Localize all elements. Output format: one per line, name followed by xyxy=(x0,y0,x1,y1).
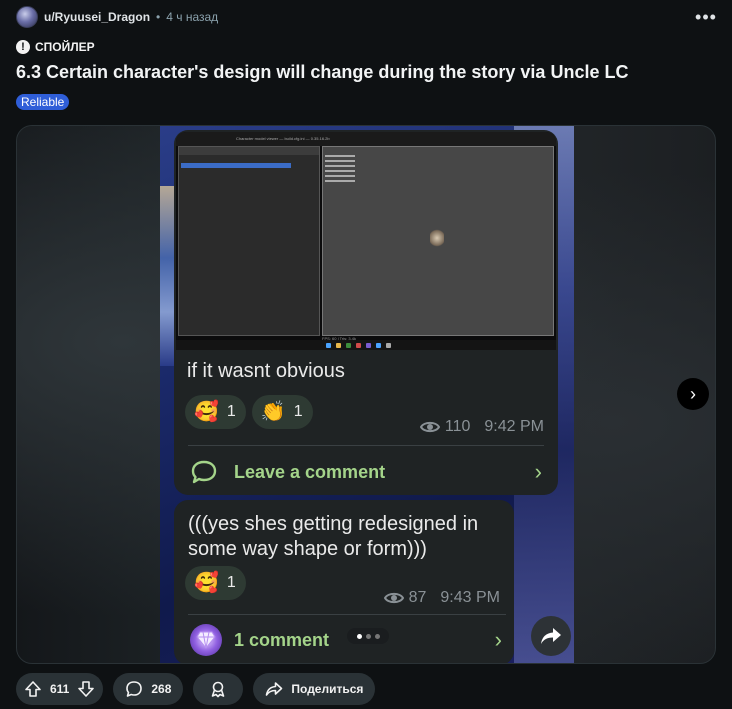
message-time: 9:42 PM xyxy=(484,418,544,435)
avatar[interactable] xyxy=(16,6,38,28)
screenshot-image: Character model viewer — build.cfg.ini —… xyxy=(160,126,574,663)
views: 110 xyxy=(419,418,471,436)
post-title[interactable]: 6.3 Certain character's design will chan… xyxy=(16,62,628,83)
gallery-next-button[interactable]: › xyxy=(677,378,709,410)
spoiler-tag: ! СПОЙЛЕР xyxy=(16,40,95,54)
message-text: if it wasnt obvious xyxy=(187,360,345,382)
chevron-right-icon: › xyxy=(690,383,696,404)
views: 87 xyxy=(383,589,427,607)
post-time: 4 ч назад xyxy=(166,10,219,24)
selected-row xyxy=(181,163,291,168)
score: 611 xyxy=(50,682,70,696)
file-list-panel xyxy=(178,146,320,336)
post-header: u/Ryuusei_Dragon • 4 ч назад xyxy=(16,6,218,28)
chevron-right-icon: › xyxy=(534,459,542,484)
award-button[interactable] xyxy=(193,673,244,705)
reactions: 🥰 1 xyxy=(185,566,246,600)
message-meta: 110 9:42 PM xyxy=(419,418,544,436)
window-title: Character model viewer — build.cfg.ini —… xyxy=(236,136,330,141)
post-actions: 611 268 Поделиться xyxy=(16,673,376,705)
comments-button[interactable]: 268 xyxy=(113,673,184,705)
chevron-right-icon: › xyxy=(494,627,502,652)
comment-bubble-icon xyxy=(126,681,143,697)
diamond-icon xyxy=(190,624,222,656)
panel-header xyxy=(179,147,319,155)
share-label: Поделиться xyxy=(291,682,364,696)
taskbar xyxy=(176,340,556,350)
page-dot xyxy=(365,633,371,639)
leave-comment-bar: Leave a comment › xyxy=(190,456,548,488)
more-horizontal-icon: ••• xyxy=(695,6,717,27)
page-dot-active xyxy=(356,633,362,639)
view-count: 110 xyxy=(444,418,471,435)
eye-icon xyxy=(419,421,440,433)
divider xyxy=(188,445,544,446)
separator-dot: • xyxy=(156,10,161,24)
forward-button xyxy=(531,616,571,656)
spoiler-label: СПОЙЛЕР xyxy=(35,40,95,54)
share-arrow-icon xyxy=(266,682,283,696)
eye-icon xyxy=(383,592,404,604)
vote-pill: 611 xyxy=(16,673,104,705)
desktop-screenshot: Character model viewer — build.cfg.ini —… xyxy=(176,132,556,350)
smiling-hearts-emoji: 🥰 xyxy=(194,572,219,594)
comment-count: 268 xyxy=(151,682,172,696)
view-count: 87 xyxy=(408,589,427,606)
arrow-down-icon[interactable] xyxy=(77,680,95,698)
award-icon xyxy=(212,681,225,698)
window-titlebar: Character model viewer — build.cfg.ini —… xyxy=(176,132,556,146)
smiling-hearts-emoji: 🥰 xyxy=(194,401,219,423)
flair-badge[interactable]: Reliable xyxy=(16,94,70,110)
leave-comment-label: Leave a comment xyxy=(234,461,386,482)
page-indicator xyxy=(347,628,389,644)
media-gallery[interactable]: Character model viewer — build.cfg.ini —… xyxy=(16,125,716,664)
reaction-pill: 🥰 1 xyxy=(185,566,246,600)
arrow-up-icon[interactable] xyxy=(24,680,42,698)
divider xyxy=(188,614,506,615)
reactions: 🥰 1 👏 1 xyxy=(185,395,313,429)
reaction-count: 1 xyxy=(293,403,303,420)
message-bubble: (((yes shes getting redesigned in some w… xyxy=(174,500,514,663)
reaction-count: 1 xyxy=(226,403,236,420)
username[interactable]: u/Ryuusei_Dragon xyxy=(44,10,150,24)
reaction-pill: 👏 1 xyxy=(251,395,313,429)
message-meta: 87 9:43 PM xyxy=(383,589,500,607)
chat-bubble-icon xyxy=(191,460,217,484)
message-time: 9:43 PM xyxy=(440,589,500,606)
message-text: (((yes shes getting redesigned in some w… xyxy=(188,513,479,560)
exclamation-circle-icon: ! xyxy=(16,40,30,54)
preview-menu xyxy=(325,155,365,185)
reaction-pill: 🥰 1 xyxy=(185,395,246,429)
message-bubble: Character model viewer — build.cfg.ini —… xyxy=(174,130,558,495)
comment-count-label: 1 comment xyxy=(234,629,330,650)
clapping-emoji: 👏 xyxy=(260,401,286,423)
page-dot xyxy=(374,633,380,639)
character-model xyxy=(430,228,444,248)
share-button[interactable]: Поделиться xyxy=(253,673,376,705)
more-options-button[interactable]: ••• xyxy=(694,6,718,28)
reaction-count: 1 xyxy=(226,574,236,591)
forward-arrow-icon xyxy=(541,628,561,644)
